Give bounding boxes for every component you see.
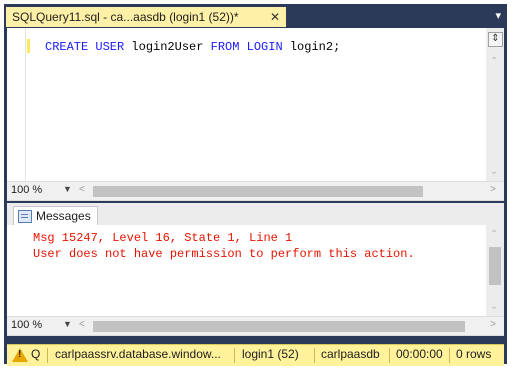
- scroll-down-icon[interactable]: ⌄: [490, 166, 498, 177]
- divider: [47, 348, 48, 363]
- results-tab-bar: Messages: [7, 203, 504, 226]
- divider: [449, 348, 450, 363]
- user-name-token: login2User: [124, 40, 211, 54]
- tab-title: SQLQuery11.sql - ca...aasdb (login1 (52)…: [12, 10, 239, 24]
- divider: [314, 348, 315, 363]
- scroll-right-icon[interactable]: >: [490, 184, 496, 195]
- messages-tab-label: Messages: [36, 209, 91, 223]
- horizontal-scroll-thumb[interactable]: [93, 321, 465, 332]
- zoom-dropdown-icon[interactable]: ▼: [63, 184, 72, 194]
- close-icon[interactable]: ✕: [270, 7, 280, 27]
- error-message-line: User does not have permission to perform…: [33, 247, 415, 261]
- divider: [389, 348, 390, 363]
- keyword-from-login: FROM LOGIN: [210, 40, 283, 54]
- scroll-right-icon[interactable]: >: [490, 319, 496, 330]
- scroll-left-icon[interactable]: <: [79, 319, 85, 330]
- warning-mark: !: [18, 349, 22, 360]
- row-count: 0 rows: [456, 347, 492, 361]
- status-bar: ! Q carlpaassrv.database.window... login…: [7, 344, 504, 366]
- messages-pane[interactable]: Msg 15247, Level 16, State 1, Line 1 Use…: [7, 225, 504, 316]
- editor-horizontal-scrollbar: 100 % ▼ < >: [7, 181, 504, 201]
- login-name-token: login2;: [282, 40, 341, 54]
- zoom-level[interactable]: 100 %: [11, 184, 42, 196]
- keyword-create-user: CREATE USER: [45, 40, 125, 54]
- split-icon[interactable]: ⇕: [488, 32, 503, 47]
- editor-margin: [7, 28, 26, 181]
- sql-code-line[interactable]: CREATE USER login2User FROM LOGIN login2…: [45, 40, 340, 54]
- messages-icon: [18, 210, 32, 223]
- horizontal-scroll-thumb[interactable]: [93, 186, 423, 197]
- query-tab[interactable]: SQLQuery11.sql - ca...aasdb (login1 (52)…: [6, 7, 286, 27]
- divider: [234, 348, 235, 363]
- query-window: SQLQuery11.sql - ca...aasdb (login1 (52)…: [4, 4, 507, 366]
- change-indicator: [27, 39, 30, 53]
- elapsed-time: 00:00:00: [396, 347, 443, 361]
- messages-horizontal-scrollbar: 100 % ▼ < >: [7, 316, 504, 336]
- tab-bar: SQLQuery11.sql - ca...aasdb (login1 (52)…: [4, 4, 507, 28]
- scroll-up-icon[interactable]: ⌃: [490, 229, 498, 240]
- zoom-dropdown-icon[interactable]: ▼: [63, 319, 72, 329]
- error-message-line: Msg 15247, Level 16, State 1, Line 1: [33, 231, 293, 245]
- tab-messages[interactable]: Messages: [13, 206, 98, 226]
- scroll-up-icon[interactable]: ⌃: [490, 56, 498, 67]
- scroll-down-icon[interactable]: ⌄: [490, 301, 498, 312]
- query-editor[interactable]: CREATE USER login2User FROM LOGIN login2…: [7, 28, 504, 181]
- tab-menu-dropdown-icon[interactable]: ▾: [495, 9, 501, 22]
- scroll-left-icon[interactable]: <: [79, 184, 85, 195]
- vertical-scroll-thumb[interactable]: [489, 247, 501, 285]
- server-name: carlpaassrv.database.window...: [55, 347, 221, 361]
- login-name: login1 (52): [242, 347, 299, 361]
- database-name: carlpaasdb: [321, 347, 380, 361]
- zoom-level[interactable]: 100 %: [11, 319, 42, 331]
- messages-vertical-scrollbar[interactable]: ⌃ ⌄: [486, 225, 504, 316]
- query-status: Q: [31, 347, 41, 361]
- editor-vertical-scrollbar[interactable]: ⇕ ⌃ ⌄: [486, 28, 504, 181]
